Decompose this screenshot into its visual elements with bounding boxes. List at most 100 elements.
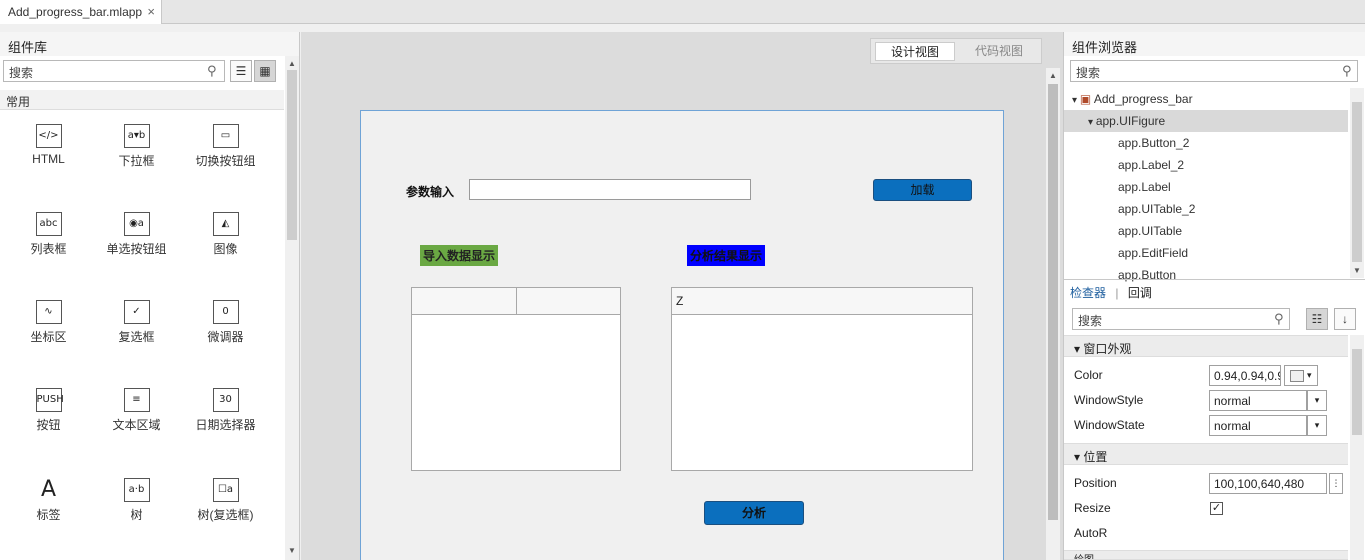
prop-autoresize-row: AutoR: [1064, 521, 1348, 546]
inspector-search-input[interactable]: 搜索: [1072, 308, 1290, 330]
grid-view-button[interactable]: ▦: [254, 60, 276, 82]
ui-figure[interactable]: 参数输入 加载 导入数据显示 分析结果显示 Z 分析: [360, 110, 1004, 560]
more-options-icon[interactable]: ⋮: [1329, 473, 1343, 494]
search-icon[interactable]: ⚲: [1342, 63, 1352, 79]
chevron-down-icon[interactable]: ▾: [1307, 390, 1327, 411]
component-label: 日期选择器: [195, 418, 256, 432]
analysis-result-table[interactable]: Z: [671, 287, 973, 471]
tab-design-view[interactable]: 设计视图: [875, 42, 955, 61]
scroll-down-icon[interactable]: ▼: [1353, 266, 1361, 275]
expand-icon[interactable]: ▾: [1072, 95, 1080, 106]
param-edit-field[interactable]: [469, 179, 751, 200]
component-label: 文本区域: [112, 418, 161, 432]
prop-position-value[interactable]: 100,100,640,480: [1209, 473, 1327, 494]
component-dropdown[interactable]: a▾b 下拉框: [92, 124, 181, 184]
list-view-button[interactable]: ☰: [230, 60, 252, 82]
tab-code-view[interactable]: 代码视图: [959, 42, 1039, 61]
column-divider: [516, 288, 517, 315]
component-date-picker[interactable]: 30 日期选择器: [181, 388, 270, 448]
prop-windowstate-value[interactable]: normal: [1209, 415, 1307, 436]
section-position-label: 位置: [1083, 450, 1108, 464]
import-data-table[interactable]: [411, 287, 621, 471]
tree-node[interactable]: app.Label_2: [1064, 154, 1348, 176]
inspector-scrollbar[interactable]: [1350, 335, 1364, 560]
component-toggle-button-group[interactable]: ▭ 切换按钮组: [181, 124, 270, 184]
tab-separator: |: [1115, 286, 1119, 300]
scroll-down-icon[interactable]: ▼: [288, 546, 296, 555]
tree-node[interactable]: app.EditField: [1064, 242, 1348, 264]
section-window-appearance[interactable]: ▾ 窗口外观: [1064, 335, 1348, 357]
document-tab-title: Add_progress_bar.mlapp: [8, 5, 143, 19]
load-button[interactable]: 加载: [873, 179, 972, 201]
collapse-icon: ▾: [1074, 450, 1084, 464]
document-tab[interactable]: Add_progress_bar.mlapp ×: [0, 0, 162, 24]
component-text-area[interactable]: ≡ 文本区域: [92, 388, 181, 448]
tree-node[interactable]: app.UITable: [1064, 220, 1348, 242]
tree-node[interactable]: ▾ app.UIFigure: [1064, 110, 1348, 132]
inspector-scroll-thumb[interactable]: [1352, 349, 1362, 435]
section-drawing[interactable]: 绘图: [1064, 550, 1348, 560]
chevron-down-icon[interactable]: ▾: [1307, 415, 1327, 436]
column-header-z: Z: [676, 294, 684, 308]
component-label: 单选按钮组: [106, 242, 167, 256]
component-label: 微调器: [207, 330, 244, 344]
tree-node-label: app.UITable: [1118, 224, 1183, 238]
prop-color-name: Color: [1074, 368, 1103, 382]
section-drawing-label: 绘图: [1074, 555, 1094, 559]
inspector-tabs: 检查器 | 回调: [1064, 279, 1365, 301]
component-image[interactable]: ◭ 图像: [181, 212, 270, 272]
color-picker-button[interactable]: ▾: [1284, 365, 1318, 386]
import-data-label[interactable]: 导入数据显示: [420, 245, 499, 266]
component-axes[interactable]: ∿ 坐标区: [4, 300, 93, 360]
prop-windowstyle-value[interactable]: normal: [1209, 390, 1307, 411]
expand-icon[interactable]: ▾: [1088, 117, 1096, 128]
analysis-result-label[interactable]: 分析结果显示: [687, 245, 766, 266]
component-listbox[interactable]: abc 列表框: [4, 212, 93, 272]
analyze-button[interactable]: 分析: [704, 501, 804, 525]
tab-callbacks[interactable]: 回调: [1128, 286, 1152, 300]
section-position[interactable]: ▾ 位置: [1064, 443, 1348, 465]
component-label[interactable]: A 标签: [4, 478, 93, 538]
section-common[interactable]: 常用: [0, 90, 284, 110]
library-scrollbar[interactable]: ▲ ▼: [285, 56, 299, 560]
resize-checkbox[interactable]: ✓: [1210, 502, 1223, 515]
canvas-scrollbar[interactable]: ▲: [1046, 68, 1060, 560]
tree-scrollbar[interactable]: ▼: [1350, 88, 1364, 278]
text-area-icon: ≡: [123, 388, 150, 412]
browser-search-input[interactable]: 搜索: [1070, 60, 1358, 82]
scroll-up-icon[interactable]: ▲: [1049, 71, 1057, 80]
component-label: 按钮: [36, 418, 61, 432]
prop-color-value[interactable]: 0.94,0.94,0.94: [1209, 365, 1281, 386]
toggle-button-group-icon: ▭: [212, 124, 239, 148]
prop-autoresize-name: AutoR: [1074, 526, 1108, 540]
tree-scroll-thumb[interactable]: [1352, 102, 1362, 262]
close-icon[interactable]: ×: [147, 4, 155, 19]
group-view-button[interactable]: ☷: [1306, 308, 1328, 330]
component-label: 标签: [36, 508, 61, 522]
component-tree[interactable]: a·b 树: [92, 478, 181, 538]
tree-node[interactable]: ▾ ▣ Add_progress_bar: [1064, 88, 1348, 110]
search-icon[interactable]: ⚲: [207, 63, 217, 79]
tree-node[interactable]: app.Label: [1064, 176, 1348, 198]
tree-node[interactable]: app.UITable_2: [1064, 198, 1348, 220]
library-scroll-thumb[interactable]: [287, 70, 297, 240]
component-checkbox[interactable]: ✓ 复选框: [92, 300, 181, 360]
component-html[interactable]: </> HTML: [4, 124, 93, 184]
tab-inspector[interactable]: 检查器: [1070, 286, 1106, 300]
component-radio-button-group[interactable]: ◉a 单选按钮组: [92, 212, 181, 272]
checkbox-icon: ✓: [123, 300, 150, 324]
scroll-up-icon[interactable]: ▲: [288, 59, 296, 68]
view-switcher: 设计视图 代码视图: [870, 38, 1042, 64]
checkbox-tree-icon: ☐a: [212, 478, 239, 502]
library-search-input[interactable]: 搜索: [3, 60, 225, 82]
sort-az-button[interactable]: ↓: [1334, 308, 1356, 330]
param-label[interactable]: 参数输入: [406, 183, 454, 200]
component-button[interactable]: PUSH 按钮: [4, 388, 93, 448]
prop-color-row: Color 0.94,0.94,0.94 ▾: [1064, 363, 1348, 388]
component-spinner[interactable]: 0 微调器: [181, 300, 270, 360]
canvas-scroll-thumb[interactable]: [1048, 84, 1058, 520]
table-header: [412, 288, 620, 315]
tree-node[interactable]: app.Button_2: [1064, 132, 1348, 154]
component-checkbox-tree[interactable]: ☐a 树(复选框): [181, 478, 270, 538]
search-icon[interactable]: ⚲: [1274, 311, 1284, 327]
